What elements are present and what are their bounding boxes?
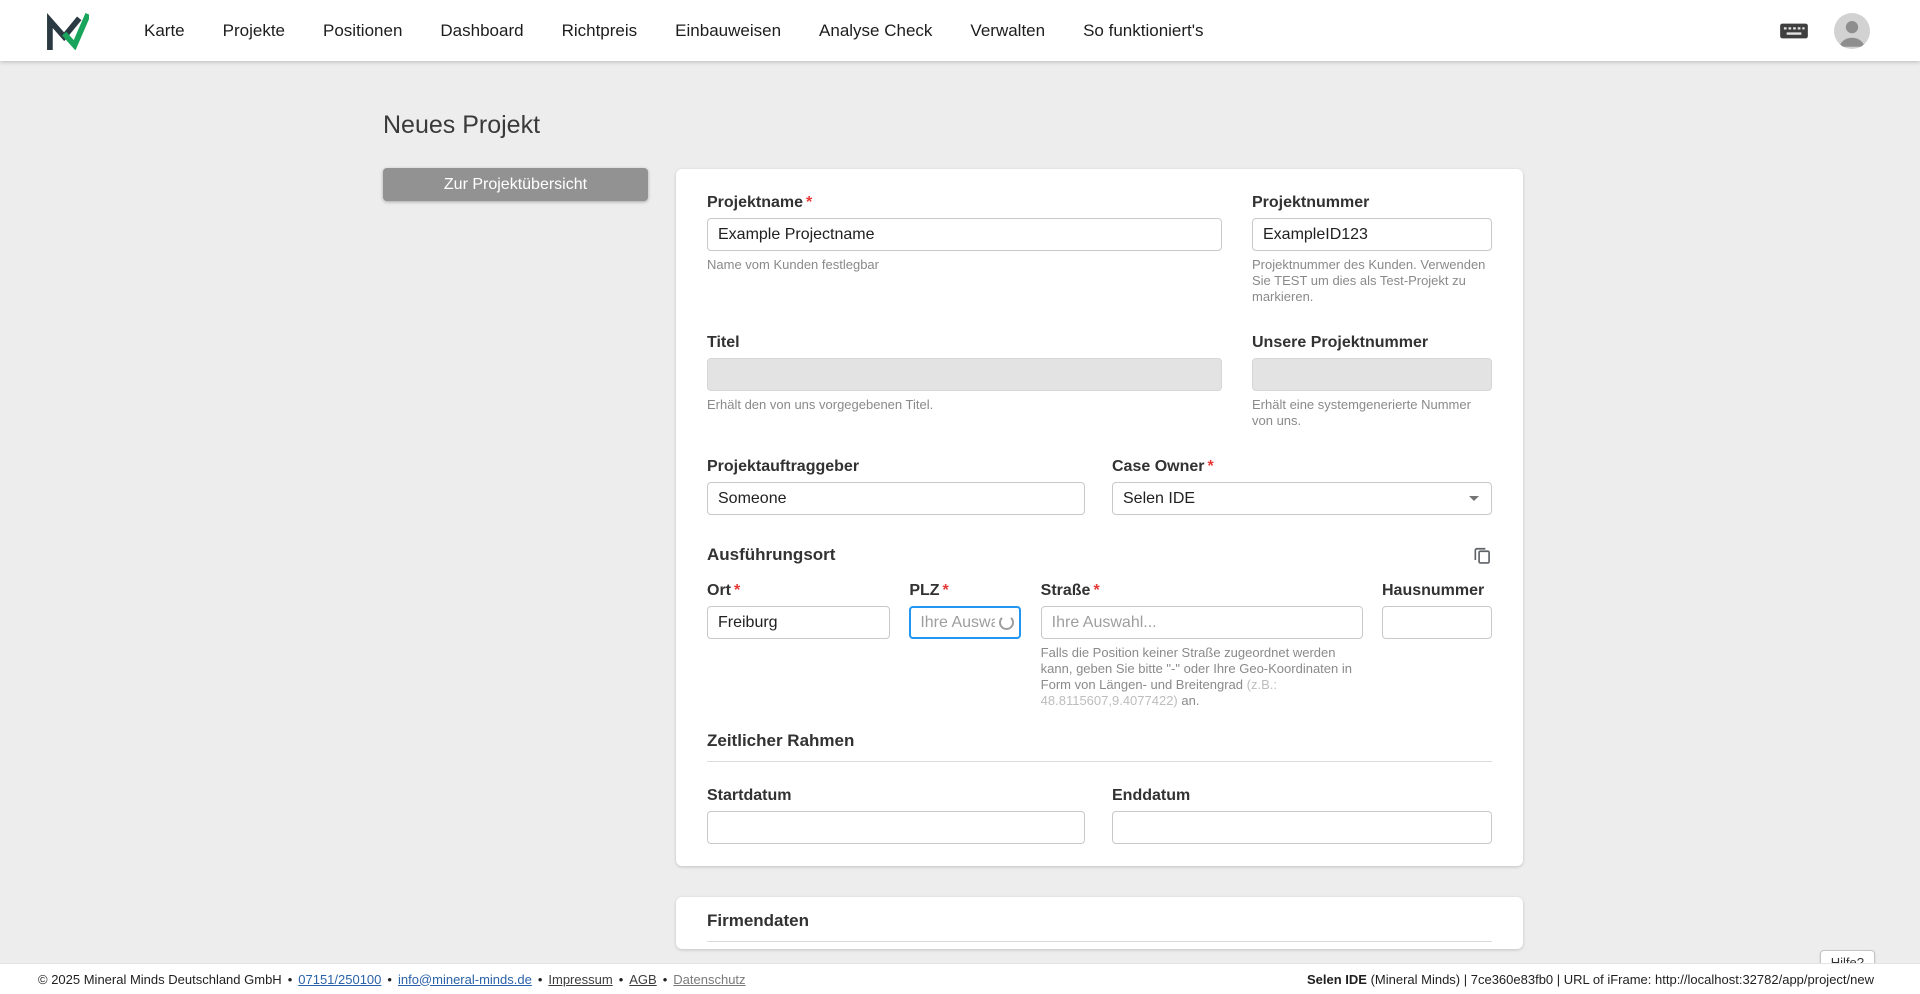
footer-separator: • — [387, 971, 392, 987]
page-content: Neues Projekt Zur Projektübersicht Proje… — [0, 61, 1920, 975]
titel-helper: Erhält den von uns vorgegebenen Titel. — [707, 397, 934, 412]
nav-item-richtpreis[interactable]: Richtpreis — [543, 0, 657, 61]
nav-item-karte[interactable]: Karte — [125, 0, 204, 61]
unsere-projektnummer-helper: Erhält eine systemgenerierte Nummer von … — [1252, 397, 1471, 428]
top-navbar: Karte Projekte Positionen Dashboard Rich… — [0, 0, 1920, 61]
zur-projektuebersicht-button[interactable]: Zur Projektübersicht — [383, 168, 648, 201]
projektname-input[interactable] — [707, 218, 1222, 251]
footer-copyright: © 2025 Mineral Minds Deutschland GmbH — [38, 971, 282, 987]
unsere-projektnummer-label: Unsere Projektnummer — [1252, 334, 1429, 351]
required-asterisk: * — [1207, 458, 1214, 475]
section-firmendaten-title: Firmendaten — [707, 911, 810, 930]
hausnummer-label: Hausnummer — [1381, 582, 1485, 599]
ort-input[interactable] — [707, 606, 890, 639]
enddatum-label: Enddatum — [1112, 787, 1191, 804]
startdatum-input[interactable] — [707, 811, 1085, 844]
enddatum-input[interactable] — [1112, 811, 1492, 844]
section-zeitlicher-rahmen-title: Zeitlicher Rahmen — [707, 731, 855, 750]
footer-bar: © 2025 Mineral Minds Deutschland GmbH • … — [0, 963, 1920, 994]
mineral-minds-logo-icon — [47, 12, 89, 50]
section-divider — [707, 941, 1492, 942]
footer-datenschutz-link[interactable]: Datenschutz — [673, 972, 745, 987]
section-ausfuehrungsort-title: Ausführungsort — [707, 545, 836, 564]
nav-item-so-funktionierts[interactable]: So funktioniert's — [1064, 0, 1222, 61]
footer-separator: • — [618, 971, 624, 987]
footer-separator: • — [662, 971, 668, 987]
page-title: Neues Projekt — [383, 111, 541, 139]
footer-session-info: Selen IDE (Mineral Minds) | 7ce360e83fb0… — [1307, 972, 1874, 987]
projektnummer-input[interactable] — [1252, 218, 1492, 251]
startdatum-label: Startdatum — [707, 787, 792, 804]
footer-separator: • — [287, 971, 293, 987]
keyboard-icon[interactable] — [1778, 19, 1810, 43]
strasse-helper: Falls die Position keiner Straße zugeord… — [1040, 645, 1352, 708]
titel-input — [707, 358, 1222, 391]
nav-item-einbauweisen[interactable]: Einbauweisen — [656, 0, 800, 61]
user-avatar[interactable] — [1834, 12, 1870, 49]
projektauftraggeber-input[interactable] — [707, 482, 1085, 515]
footer-email-link[interactable]: info@mineral-minds.de — [398, 972, 532, 987]
projektname-label: Projektname * — [707, 194, 813, 211]
unsere-projektnummer-input — [1252, 358, 1492, 391]
hausnummer-input[interactable] — [1381, 606, 1492, 639]
nav-item-verwalten[interactable]: Verwalten — [951, 0, 1064, 61]
strasse-label: Straße * — [1040, 582, 1100, 599]
required-asterisk: * — [942, 582, 949, 599]
projektnummer-helper: Projektnummer des Kunden. Verwenden Sie … — [1252, 257, 1486, 304]
project-form-card: Projektname* Name vom Kunden festlegbar … — [676, 169, 1523, 866]
titel-label: Titel — [707, 334, 740, 351]
required-asterisk: * — [734, 582, 741, 599]
nav-item-projekte[interactable]: Projekte — [204, 0, 304, 61]
strasse-input[interactable] — [1040, 606, 1363, 639]
chevron-down-icon — [1469, 496, 1479, 501]
case-owner-select[interactable]: Selen IDE — [1112, 482, 1492, 515]
firmendaten-card: Firmendaten — [676, 897, 1523, 949]
footer-user-name: Selen IDE — [1306, 971, 1367, 987]
required-asterisk: * — [1093, 582, 1100, 599]
footer-impressum-link[interactable]: Impressum — [548, 972, 612, 987]
copy-icon[interactable] — [1472, 545, 1492, 565]
case-owner-selected-value: Selen IDE — [1123, 489, 1196, 507]
projektnummer-label: Projektnummer — [1252, 194, 1370, 211]
loading-spinner-icon — [999, 614, 1015, 630]
projektauftraggeber-label: Projektauftraggeber — [707, 458, 860, 475]
ort-label: Ort * — [707, 582, 741, 599]
projektname-helper: Name vom Kunden festlegbar — [707, 257, 879, 272]
nav-item-analyse-check[interactable]: Analyse Check — [800, 0, 951, 61]
footer-agb-link[interactable]: AGB — [629, 972, 656, 987]
nav-item-positionen[interactable]: Positionen — [304, 0, 421, 61]
case-owner-label: Case Owner * — [1112, 458, 1214, 475]
plz-label: PLZ * — [909, 582, 949, 599]
section-divider — [707, 761, 1492, 762]
app-logo[interactable] — [45, 12, 89, 50]
footer-separator: • — [537, 971, 543, 987]
footer-phone-link[interactable]: 07151/250100 — [298, 972, 381, 987]
main-navigation: Karte Projekte Positionen Dashboard Rich… — [125, 0, 1223, 61]
footer-meta: (Mineral Minds) | 7ce360e83fb0 | URL of … — [1366, 971, 1874, 987]
required-asterisk: * — [806, 194, 813, 211]
nav-item-dashboard[interactable]: Dashboard — [421, 0, 542, 61]
